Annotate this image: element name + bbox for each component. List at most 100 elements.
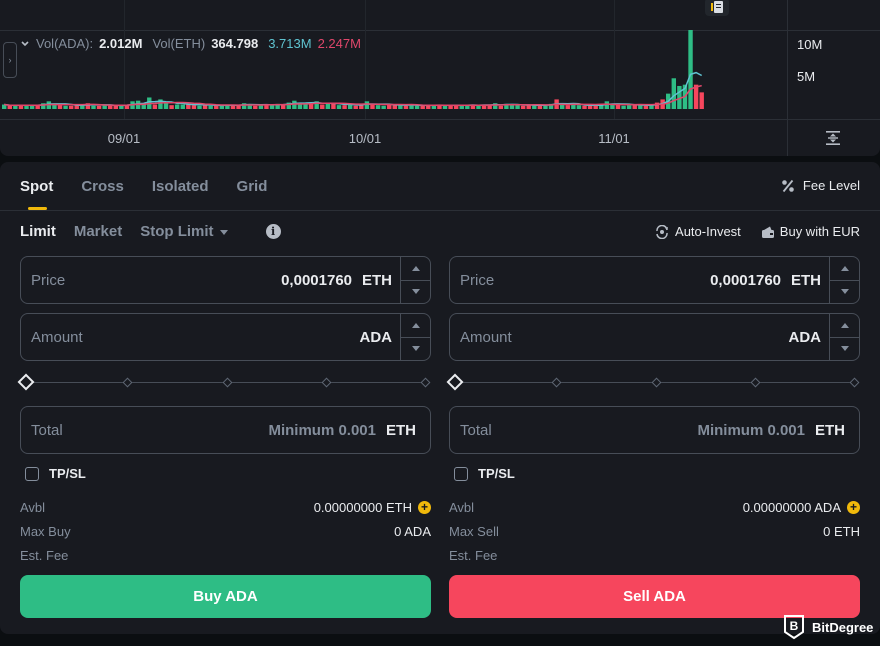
vol-asset-value: 2.012M (99, 36, 143, 51)
add-funds-icon[interactable]: + (847, 500, 860, 514)
caret-down-icon (219, 229, 228, 235)
volume-bar (375, 105, 381, 109)
slider-mark-100[interactable] (420, 377, 431, 388)
tab-isolated[interactable]: Isolated (152, 178, 209, 195)
caret-down-icon (840, 289, 849, 295)
info-icon[interactable]: i (265, 224, 281, 239)
brand-name: BitDegree (812, 619, 874, 635)
sell-info: Avbl 0.00000000 ADA + Max Sell 0 ETH Est.… (449, 495, 860, 567)
buy-form: Price 0,0001760 ETH Amount ADA Total Min… (17, 256, 431, 618)
volume-bar (576, 105, 582, 109)
buy-amount-input[interactable]: Amount ADA (20, 313, 431, 361)
amount-unit: ADA (359, 328, 393, 346)
chevron-down-icon[interactable] (20, 39, 30, 49)
volume-bar (565, 105, 570, 109)
volume-bar (688, 30, 693, 109)
volume-bar (582, 105, 587, 109)
tpsl-checkbox[interactable] (25, 466, 39, 481)
volume-bar (498, 105, 504, 109)
slider-mark-50[interactable] (651, 377, 662, 388)
divider (0, 210, 880, 211)
buy-button[interactable]: Buy ADA (20, 575, 431, 618)
fee-level-label: Fee Level (802, 178, 860, 193)
amount-label: Amount (460, 328, 512, 346)
sell-amount-input[interactable]: Amount ADA (449, 313, 860, 361)
max-buy-label: Max Buy (20, 523, 71, 539)
price-label: Price (460, 271, 495, 289)
slider-mark-75[interactable] (321, 377, 332, 388)
avbl-value: 0.00000000 ETH (313, 499, 412, 515)
volume-bar (191, 105, 197, 109)
caret-down-icon (411, 289, 420, 295)
price-label: Price (31, 271, 66, 289)
amount-stepper (829, 314, 859, 360)
slider-mark-25[interactable] (122, 377, 133, 388)
vol-quote-label: Vol(ETH) (152, 36, 206, 51)
decrement-button[interactable] (830, 279, 859, 304)
quick-links: Auto-Invest Buy with EUR (654, 224, 860, 239)
volume-bar (342, 105, 347, 109)
volume-bar (281, 105, 286, 109)
slider-mark-100[interactable] (849, 377, 860, 388)
tab-cross[interactable]: Cross (81, 178, 124, 195)
decrement-button[interactable] (401, 336, 430, 361)
total-unit: ETH (815, 421, 845, 439)
decrement-button[interactable] (830, 336, 859, 361)
decrement-button[interactable] (401, 279, 430, 304)
slider-mark-25[interactable] (551, 377, 562, 388)
volume-bar (671, 78, 676, 109)
tpsl-checkbox[interactable] (454, 466, 468, 481)
max-buy-value: 0 ADA (394, 523, 431, 539)
volume-bar (253, 105, 258, 109)
tab-spot[interactable]: Spot (20, 178, 53, 210)
fee-level-link[interactable]: Fee Level (781, 178, 860, 193)
add-funds-icon[interactable]: + (418, 500, 431, 514)
order-type-market[interactable]: Market (74, 223, 122, 240)
amount-label: Amount (31, 328, 83, 346)
price-stepper (400, 257, 430, 303)
order-type-stop-limit[interactable]: Stop Limit (140, 223, 228, 240)
sell-price-input[interactable]: Price 0,0001760 ETH (449, 256, 860, 304)
slider-mark-75[interactable] (750, 377, 761, 388)
buy-with-eur-link[interactable]: Buy with EUR (761, 224, 860, 239)
moving-average-line (4, 84, 702, 107)
margin-mode-tabs: Spot Cross Isolated Grid (20, 178, 268, 210)
volume-bar (442, 105, 448, 109)
tab-grid[interactable]: Grid (237, 178, 268, 195)
expand-indicators-toggle[interactable]: › (3, 42, 17, 78)
max-sell-value: 0 ETH (823, 523, 860, 539)
slider-handle[interactable] (17, 373, 35, 391)
amount-unit: ADA (788, 328, 822, 346)
buy-percent-slider[interactable] (17, 370, 431, 396)
order-type-limit[interactable]: Limit (20, 223, 56, 240)
sell-button[interactable]: Sell ADA (449, 575, 860, 618)
volume-bar (381, 105, 386, 109)
note-icon[interactable] (705, 0, 729, 16)
increment-button[interactable] (830, 314, 859, 337)
auto-scale-icon[interactable] (824, 130, 842, 146)
volume-bar (403, 105, 409, 109)
increment-button[interactable] (401, 314, 430, 337)
caret-up-icon (840, 322, 849, 328)
sell-percent-slider[interactable] (446, 370, 860, 396)
volume-bar (654, 102, 660, 109)
volume-bar (643, 105, 649, 109)
buy-info: Avbl 0.00000000 ETH + Max Buy 0 ADA Est. … (20, 495, 431, 567)
avbl-label: Avbl (449, 499, 475, 515)
avbl-row: Avbl 0.00000000 ADA + (449, 495, 860, 519)
volume-bar (325, 103, 331, 109)
slider-mark-50[interactable] (222, 377, 233, 388)
buy-total-input[interactable]: Total Minimum 0.001 ETH (20, 406, 431, 454)
total-label: Total (460, 421, 492, 439)
total-unit: ETH (386, 421, 416, 439)
total-placeholder: Minimum 0.001 (697, 421, 805, 439)
volume-legend: Vol(ADA): 2.012M Vol(ETH) 364.798 3.713M… (20, 36, 361, 51)
volume-bar (336, 105, 342, 109)
slider-handle[interactable] (446, 373, 464, 391)
buy-price-input[interactable]: Price 0,0001760 ETH (20, 256, 431, 304)
increment-button[interactable] (830, 257, 859, 280)
increment-button[interactable] (401, 257, 430, 280)
auto-invest-link[interactable]: Auto-Invest (654, 224, 741, 239)
sell-total-input[interactable]: Total Minimum 0.001 ETH (449, 406, 860, 454)
volume-bar (699, 92, 704, 109)
